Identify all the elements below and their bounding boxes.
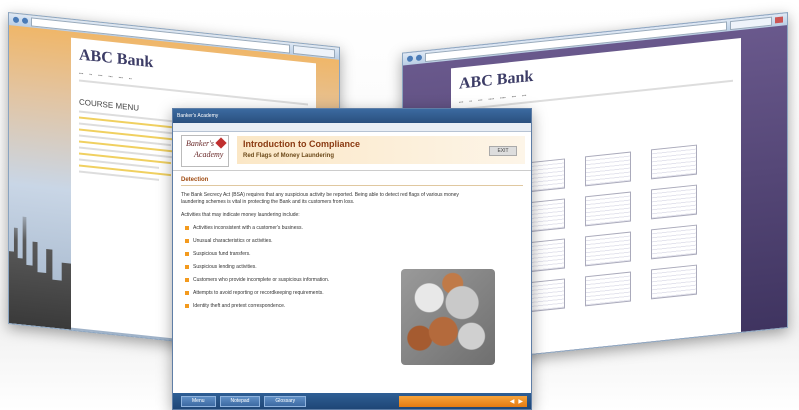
window-title: Banker's Academy bbox=[177, 113, 219, 119]
bullet-icon bbox=[185, 304, 189, 308]
list-intro: Activities that may indicate money laund… bbox=[181, 212, 300, 218]
right-tab[interactable] bbox=[730, 16, 772, 30]
list-item: Identity theft and pretext correspondenc… bbox=[185, 303, 360, 309]
bullet-icon bbox=[185, 252, 189, 256]
page-navigation: ◀ ▶ bbox=[399, 395, 527, 407]
close-icon[interactable] bbox=[775, 16, 783, 24]
template-thumbnails bbox=[519, 141, 733, 314]
bullet-icon bbox=[185, 239, 189, 243]
bullet-icon bbox=[185, 226, 189, 230]
course-footer: Menu Notepad Glossary ◀ ▶ bbox=[173, 393, 531, 409]
skyline-decoration bbox=[9, 203, 71, 330]
template-thumbnail[interactable] bbox=[585, 151, 631, 187]
course-title-banner: Introduction to Compliance Red Flags of … bbox=[237, 136, 525, 164]
course-subtitle: Red Flags of Money Laundering bbox=[243, 153, 335, 159]
course-header: Banker's Academy Introduction to Complia… bbox=[173, 132, 531, 171]
glossary-button[interactable]: Glossary bbox=[264, 395, 307, 407]
list-item: Activities inconsistent with a customer'… bbox=[185, 225, 360, 231]
template-thumbnail[interactable] bbox=[651, 144, 697, 180]
template-thumbnail[interactable] bbox=[585, 191, 631, 227]
template-thumbnail[interactable] bbox=[651, 224, 697, 260]
back-icon[interactable] bbox=[13, 16, 19, 24]
list-item: Suspicious fund transfers. bbox=[185, 251, 360, 257]
intro-paragraph: The Bank Secrecy Act (BSA) requires that… bbox=[181, 192, 459, 205]
menu-button[interactable]: Menu bbox=[181, 395, 216, 407]
left-tab[interactable] bbox=[293, 44, 335, 58]
template-thumbnail[interactable] bbox=[651, 184, 697, 220]
bullet-icon bbox=[185, 265, 189, 269]
course-title-bar: Banker's Academy bbox=[173, 109, 531, 123]
template-thumbnail[interactable] bbox=[651, 264, 697, 300]
list-item: Unusual characteristics or activities. bbox=[185, 238, 360, 244]
forward-icon[interactable] bbox=[416, 54, 422, 62]
previous-page-icon[interactable]: ◀ bbox=[510, 398, 515, 405]
list-item: Suspicious lending activities. bbox=[185, 264, 360, 270]
logo-line-2: Academy bbox=[194, 150, 224, 159]
list-item: Attempts to avoid reporting or recordkee… bbox=[185, 290, 360, 296]
exit-button[interactable]: EXIT bbox=[489, 146, 517, 156]
next-page-icon[interactable]: ▶ bbox=[518, 398, 523, 405]
logo-diamond-icon bbox=[215, 137, 227, 149]
course-window: Banker's Academy Banker's Academy Introd… bbox=[172, 108, 532, 410]
section-heading: Detection bbox=[181, 177, 523, 186]
bullet-icon bbox=[185, 291, 189, 295]
logo-line-1: Banker's bbox=[186, 139, 214, 148]
forward-icon[interactable] bbox=[22, 17, 28, 25]
notepad-button[interactable]: Notepad bbox=[219, 395, 261, 407]
coins-photo bbox=[401, 269, 495, 365]
list-item: Customers who provide incomplete or susp… bbox=[185, 277, 360, 283]
bullet-icon bbox=[185, 278, 189, 282]
course-content: Detection The Bank Secrecy Act (BSA) req… bbox=[173, 171, 531, 389]
template-thumbnail[interactable] bbox=[585, 271, 631, 307]
template-thumbnail[interactable] bbox=[585, 231, 631, 267]
course-address-bar[interactable] bbox=[173, 123, 531, 132]
bankers-academy-logo: Banker's Academy bbox=[181, 135, 229, 167]
back-icon[interactable] bbox=[407, 55, 413, 63]
course-title: Introduction to Compliance bbox=[243, 139, 360, 149]
